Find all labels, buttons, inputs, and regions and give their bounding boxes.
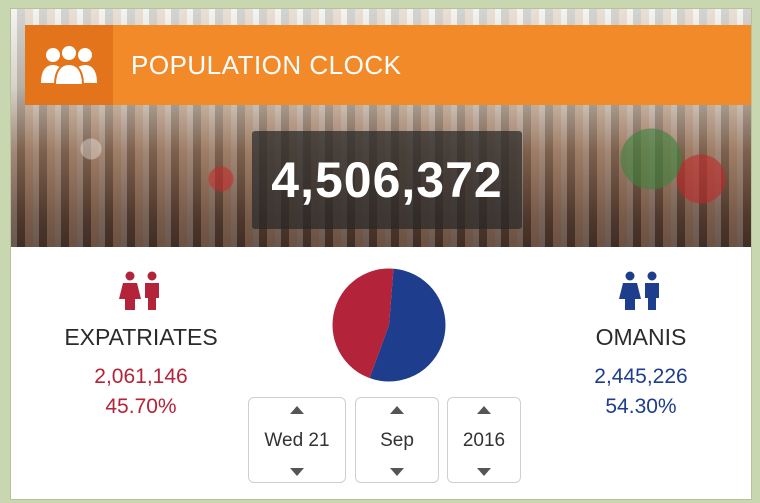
year-up-arrow-icon[interactable] xyxy=(477,406,491,414)
people-pair-icon xyxy=(531,271,751,316)
day-value: Wed 21 xyxy=(264,430,330,451)
expatriates-section: EXPATRIATES 2,061,146 45.70% xyxy=(31,271,251,419)
widget-title: POPULATION CLOCK xyxy=(131,49,402,80)
year-down-arrow-icon[interactable] xyxy=(477,468,491,476)
day-down-arrow-icon[interactable] xyxy=(290,468,304,476)
year-value: 2016 xyxy=(462,430,506,451)
expatriates-label: EXPATRIATES xyxy=(64,324,218,350)
month-picker: Sep xyxy=(355,397,439,483)
people-pair-icon xyxy=(31,271,251,316)
expatriates-count: 2,061,146 xyxy=(94,365,188,388)
population-clock-widget: POPULATION CLOCK 4,506,372 EXPATRIATES 2… xyxy=(10,8,752,500)
omanis-count: 2,445,226 xyxy=(594,365,688,388)
month-value: Sep xyxy=(380,430,414,451)
total-population-counter: 4,506,372 xyxy=(252,131,522,229)
expatriates-percent: 45.70% xyxy=(105,395,177,418)
month-up-arrow-icon[interactable] xyxy=(390,406,404,414)
month-down-arrow-icon[interactable] xyxy=(390,468,404,476)
day-picker: Wed 21 xyxy=(248,397,346,483)
widget-header: POPULATION CLOCK xyxy=(25,25,751,105)
year-picker: 2016 xyxy=(447,397,521,483)
omanis-label: OMANIS xyxy=(595,324,687,350)
people-group-icon xyxy=(25,25,113,105)
omanis-section: OMANIS 2,445,226 54.30% xyxy=(531,271,751,419)
population-share-pie xyxy=(331,267,447,383)
breakdown-panel: EXPATRIATES 2,061,146 45.70% OMANIS 2,44… xyxy=(11,247,751,499)
omanis-percent: 54.30% xyxy=(605,395,677,418)
day-up-arrow-icon[interactable] xyxy=(290,406,304,414)
